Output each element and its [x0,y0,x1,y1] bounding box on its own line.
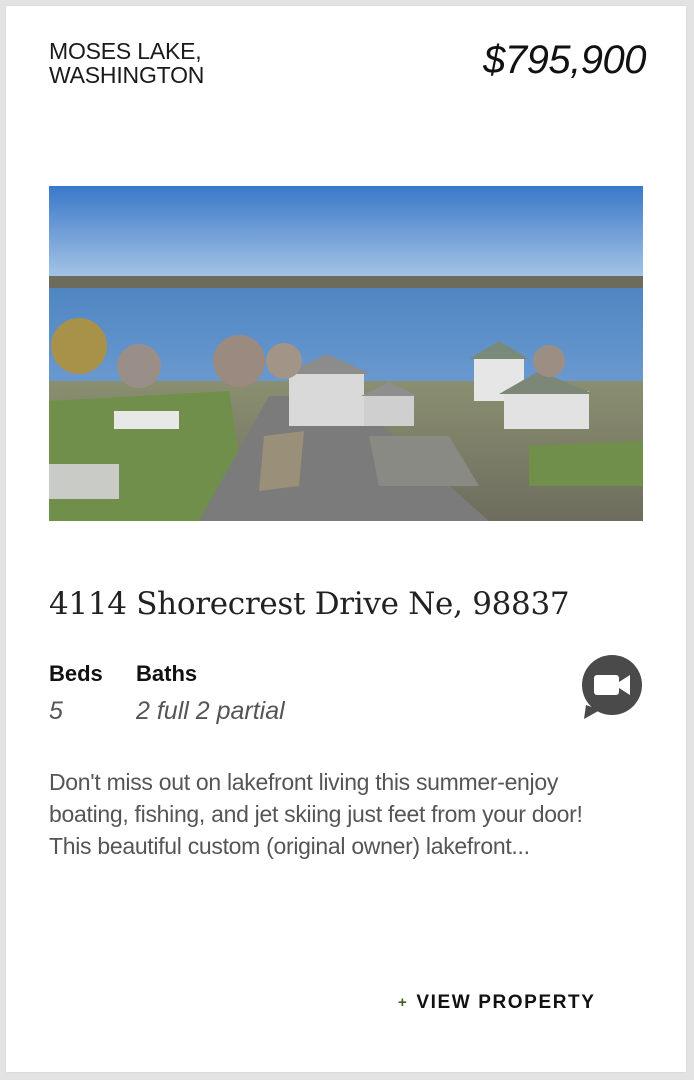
listing-facts: Beds 5 Baths 2 full 2 partial [49,659,589,739]
listing-photo-image [49,186,643,521]
listing-price: $795,900 [483,38,646,82]
listing-photo[interactable] [49,186,643,521]
listing-description: Don't miss out on lakefront living this … [49,766,649,862]
listing-location: MOSES LAKE, WASHINGTON [49,39,309,87]
plus-icon: + [398,994,409,1011]
description-line: Don't miss out on lakefront living this … [49,769,559,795]
listing-address: 4114 Shorecrest Drive Ne, 98837 [49,586,570,622]
baths-label: Baths [136,661,198,686]
beds-label: Beds [49,661,103,686]
baths-fact: Baths 2 full 2 partial [136,659,285,726]
location-city: MOSES LAKE, [49,38,202,64]
beds-value: 5 [49,697,63,725]
baths-value: 2 full 2 partial [136,697,285,725]
view-property-button[interactable]: + VIEW PROPERTY [398,992,596,1014]
listing-card: MOSES LAKE, WASHINGTON $795,900 4114 Sho… [6,6,686,1072]
video-tour-button[interactable] [580,655,644,721]
location-state: WASHINGTON [49,62,205,88]
video-camera-icon [582,655,642,719]
description-line: boating, fishing, and jet skiing just fe… [49,801,583,827]
description-line: This beautiful custom (original owner) l… [49,833,530,859]
beds-fact: Beds 5 [49,659,103,726]
view-property-label: VIEW PROPERTY [416,992,596,1013]
